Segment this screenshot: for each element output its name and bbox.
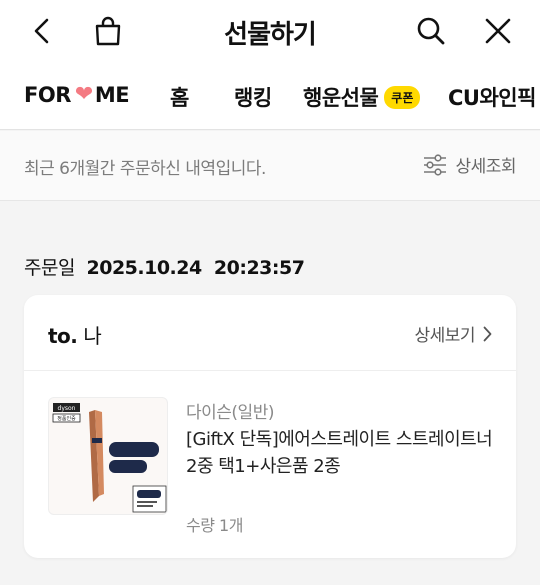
tab-ranking[interactable]: 랭킹 (234, 82, 272, 112)
filter-icon (424, 153, 447, 176)
detail-search-button[interactable]: 상세조회 (423, 152, 516, 177)
tab-home[interactable]: 홈 (170, 82, 189, 112)
tab-for-me-prefix: FOR (24, 82, 71, 107)
close-icon[interactable] (480, 13, 516, 49)
recipient-prefix: to. (48, 324, 78, 348)
order-card: to. 나 상세보기 dyson 정품인증 다이슨(일반) [GiftX 단독]에… (24, 295, 516, 558)
product-image[interactable]: dyson 정품인증 (48, 397, 168, 515)
tab-for-me[interactable]: FOR ❤ ME (24, 82, 130, 107)
tab-lucky-gift-label: 행운선물 (303, 86, 379, 110)
order-date-value: 2025.10.24 20:23:57 (86, 257, 305, 279)
product-name[interactable]: [GiftX 단독]에어스트레이트 스트레이트너 2중 택1+사은품 2종 (186, 426, 496, 480)
order-notice-bar: 최근 6개월간 주문하신 내역입니다. 상세조회 (0, 131, 540, 201)
view-detail-label: 상세보기 (414, 326, 475, 346)
tab-lucky-gift[interactable]: 행운선물 쿠폰 (303, 82, 421, 112)
heart-icon: ❤ (74, 82, 93, 107)
detail-search-label: 상세조회 (455, 157, 516, 177)
notice-text: 최근 6개월간 주문하신 내역입니다. (24, 159, 266, 179)
search-icon[interactable] (413, 13, 449, 49)
product-brand: 다이슨(일반) (186, 403, 274, 423)
tab-cu-wine[interactable]: CU와인픽 (448, 82, 536, 112)
recipient-name: 나 (83, 324, 102, 348)
order-date-label: 주문일 (24, 257, 75, 279)
order-date: 주문일 2025.10.24 20:23:57 (24, 253, 305, 280)
view-detail-button[interactable]: 상세보기 (414, 321, 492, 346)
category-tabs: FOR ❤ ME 홈 랭킹 행운선물 쿠폰 CU와인픽 (0, 62, 540, 130)
thumb-tag-text: 정품인증 (57, 415, 76, 422)
recipient-row: to. 나 상세보기 (24, 295, 516, 371)
top-bar: 선물하기 (0, 0, 540, 62)
recipient: to. 나 (48, 320, 102, 349)
chevron-right-icon (483, 326, 492, 341)
thumb-brand-text: dyson (58, 405, 76, 412)
tab-for-me-suffix: ME (94, 82, 130, 107)
product-quantity: 수량 1개 (186, 516, 243, 535)
coupon-badge: 쿠폰 (384, 85, 421, 109)
page-title: 선물하기 (224, 20, 317, 50)
